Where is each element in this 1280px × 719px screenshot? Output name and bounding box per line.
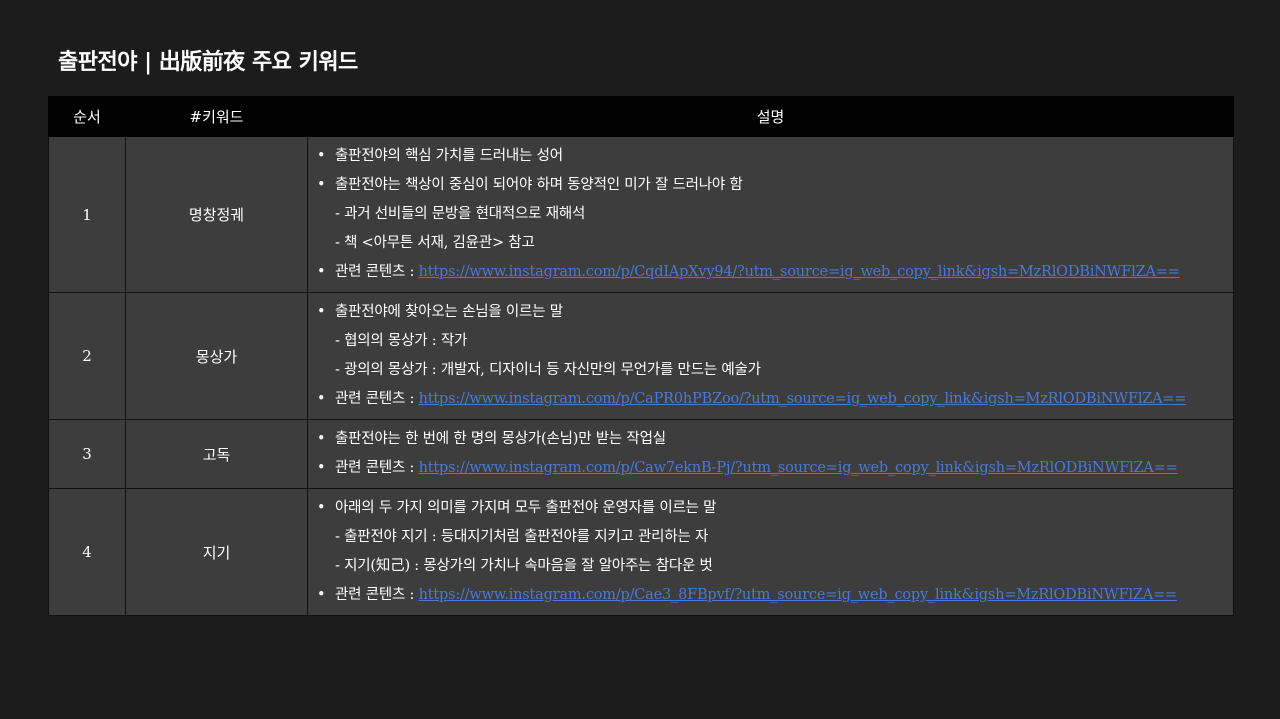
table-row: 2몽상가 출판전야에 찾아오는 손님을 이르는 말 - 협의의 몽상가 : 작가 - … [48, 292, 1234, 420]
sub-item: - 책 <아무튼 서재, 김윤관> 참고 [335, 235, 535, 251]
row-number: 4 [48, 488, 126, 616]
column-header-description: 설명 [307, 96, 1234, 137]
sub-item: - 출판전야 지기 : 등대지기처럼 출판전야를 지키고 관리하는 자 [335, 529, 709, 545]
bullet-item: 출판전야는 책상이 중심이 되어야 하며 동양적인 미가 잘 드러나야 함 [316, 171, 1233, 200]
row-number: 1 [48, 136, 126, 293]
table-row: 1명창정궤출판전야의 핵심 가치를 드러내는 성어출판전야는 책상이 중심이 되… [48, 136, 1234, 293]
table-body: 1명창정궤출판전야의 핵심 가치를 드러내는 성어출판전야는 책상이 중심이 되… [48, 136, 1234, 616]
related-content-label: 관련 콘텐츠 : [335, 460, 419, 476]
bullet-item: 출판전야는 한 번에 한 명의 몽상가(손님)만 받는 작업실 [316, 425, 1233, 454]
row-description: 출판전야에 찾아오는 손님을 이르는 말 - 협의의 몽상가 : 작가 - 광의의 … [307, 292, 1234, 420]
bullet-item: 아래의 두 가지 의미를 가지며 모두 출판전야 운영자를 이르는 말 [316, 494, 1233, 523]
related-content-line: 관련 콘텐츠 : https://www.instagram.com/p/Caw… [316, 454, 1233, 483]
row-keyword: 몽상가 [125, 292, 308, 420]
sub-item: - 과거 선비들의 문방을 현대적으로 재해석 [335, 206, 586, 222]
instagram-link[interactable]: https://www.instagram.com/p/Cae3_8FBpvf/… [419, 587, 1178, 603]
instagram-link[interactable]: https://www.instagram.com/p/CqdIApXvy94/… [419, 264, 1180, 280]
related-content-label: 관련 콘텐츠 : [335, 587, 419, 603]
related-content-line: 관련 콘텐츠 : https://www.instagram.com/p/Cae… [316, 581, 1233, 610]
page-title: 출판전야 | 出版前夜 주요 키워드 [58, 49, 358, 75]
related-content-label: 관련 콘텐츠 : [335, 264, 419, 280]
keyword-table: 순서 #키워드 설명 1명창정궤출판전야의 핵심 가치를 드러내는 성어출판전야… [48, 96, 1234, 616]
sub-item: - 협의의 몽상가 : 작가 [335, 333, 468, 349]
row-keyword: 지기 [125, 488, 308, 616]
sub-item: - 광의의 몽상가 : 개발자, 디자이너 등 자신만의 무언가를 만드는 예술… [335, 362, 761, 378]
table-header-row: 순서 #키워드 설명 [48, 96, 1234, 137]
row-number: 2 [48, 292, 126, 420]
related-content-line: 관련 콘텐츠 : https://www.instagram.com/p/Cqd… [316, 258, 1233, 287]
column-header-keyword: #키워드 [125, 96, 308, 137]
row-description: 출판전야의 핵심 가치를 드러내는 성어출판전야는 책상이 중심이 되어야 하며… [307, 136, 1234, 293]
row-description: 아래의 두 가지 의미를 가지며 모두 출판전야 운영자를 이르는 말 - 출판전… [307, 488, 1234, 616]
instagram-link[interactable]: https://www.instagram.com/p/CaPR0hPBZoo/… [419, 391, 1187, 407]
row-keyword: 고독 [125, 419, 308, 489]
row-keyword: 명창정궤 [125, 136, 308, 293]
table-row: 3고독출판전야는 한 번에 한 명의 몽상가(손님)만 받는 작업실관련 콘텐츠… [48, 419, 1234, 489]
related-content-line: 관련 콘텐츠 : https://www.instagram.com/p/CaP… [316, 385, 1233, 414]
bullet-item: 출판전야의 핵심 가치를 드러내는 성어 [316, 142, 1233, 171]
row-description: 출판전야는 한 번에 한 명의 몽상가(손님)만 받는 작업실관련 콘텐츠 : … [307, 419, 1234, 489]
sub-item: - 지기(知己) : 몽상가의 가치나 속마음을 잘 알아주는 참다운 벗 [335, 558, 713, 574]
bullet-item: 출판전야에 찾아오는 손님을 이르는 말 [316, 298, 1233, 327]
instagram-link[interactable]: https://www.instagram.com/p/Caw7eknB-Pj/… [419, 460, 1178, 476]
related-content-label: 관련 콘텐츠 : [335, 391, 419, 407]
column-header-order: 순서 [48, 96, 126, 137]
row-number: 3 [48, 419, 126, 489]
table-row: 4지기 아래의 두 가지 의미를 가지며 모두 출판전야 운영자를 이르는 말 - … [48, 488, 1234, 616]
